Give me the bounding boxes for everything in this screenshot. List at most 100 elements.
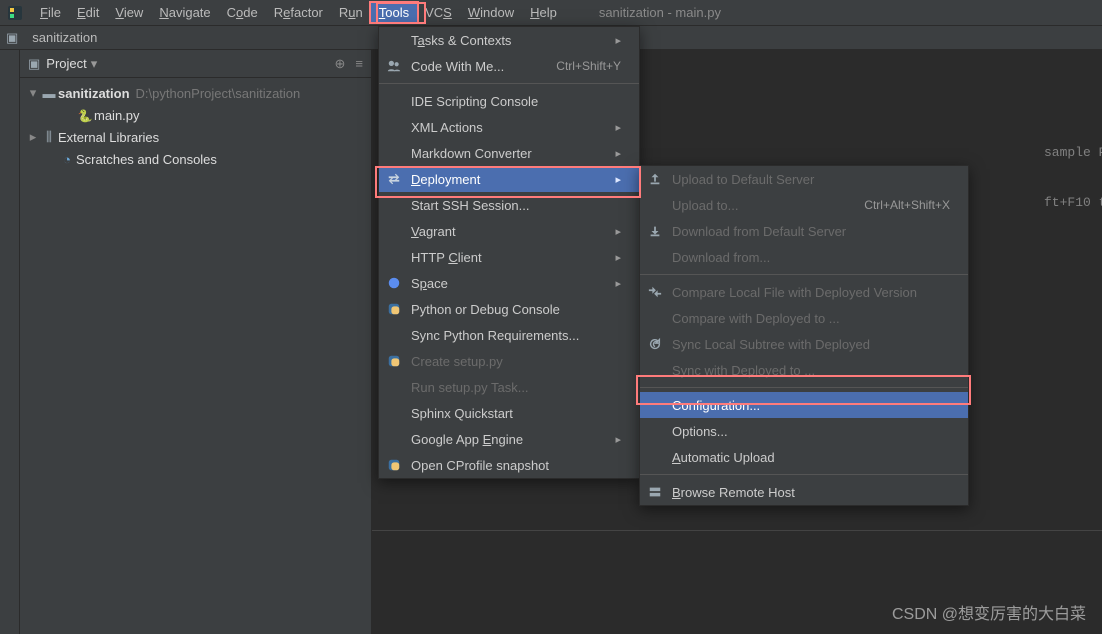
deploy-item-compare-with-deployed-to: Compare with Deployed to ... xyxy=(640,305,968,331)
folder-icon: ▬ xyxy=(40,86,58,101)
menu-item-label: Deployment xyxy=(411,172,480,187)
project-icon: ▣ xyxy=(28,56,40,72)
menu-vcs[interactable]: VCS xyxy=(417,3,460,22)
tools-item-start-ssh-session[interactable]: Start SSH Session... xyxy=(379,192,639,218)
menu-item-label: Upload to Default Server xyxy=(672,172,814,187)
menu-file[interactable]: File xyxy=(32,3,69,22)
upload-icon xyxy=(646,172,664,186)
tools-item-http-client[interactable]: HTTP Client ▸ xyxy=(379,244,639,270)
menu-help[interactable]: Help xyxy=(522,3,565,22)
tree-root-path: D:\pythonProject\sanitization xyxy=(136,86,301,101)
tools-item-ide-scripting-console[interactable]: IDE Scripting Console xyxy=(379,88,639,114)
editor-splitter[interactable] xyxy=(372,530,1102,534)
window-title: sanitization - main.py xyxy=(599,5,721,20)
python-icon xyxy=(385,354,403,368)
menu-item-label: Run setup.py Task... xyxy=(411,380,529,395)
separator xyxy=(640,474,968,475)
tools-item-sync-python-requirements[interactable]: Sync Python Requirements... xyxy=(379,322,639,348)
menu-refactor[interactable]: Refactor xyxy=(266,3,331,22)
chevron-right-icon: ▸ xyxy=(615,225,621,238)
chevron-right-icon: ▸ xyxy=(615,251,621,264)
tools-item-vagrant[interactable]: Vagrant ▸ xyxy=(379,218,639,244)
menu-item-label: Vagrant xyxy=(411,224,456,239)
host-icon xyxy=(646,485,664,499)
deployment-submenu: Upload to Default Server Upload to...Ctrl… xyxy=(639,165,969,506)
menu-item-label: Browse Remote Host xyxy=(672,485,795,500)
chevron-right-icon: ▸ xyxy=(615,433,621,446)
menu-item-label: Options... xyxy=(672,424,728,439)
menu-item-label: Python or Debug Console xyxy=(411,302,560,317)
menu-view[interactable]: View xyxy=(107,3,151,22)
deploy-item-compare-local-file-with-deployed-version: Compare Local File with Deployed Version xyxy=(640,279,968,305)
project-sidebar: ▣ Project ▾ ⊕ ≡ ▾ ▬ sanitization D:\pyth… xyxy=(20,50,372,634)
menu-navigate[interactable]: Navigate xyxy=(151,3,218,22)
project-label: Project xyxy=(46,56,86,71)
tools-item-create-setup-py: Create setup.py xyxy=(379,348,639,374)
tools-item-deployment[interactable]: Deployment▸ xyxy=(379,166,639,192)
menu-item-label: Markdown Converter xyxy=(411,146,532,161)
menu-item-label: Automatic Upload xyxy=(672,450,775,465)
menu-item-label: Code With Me... xyxy=(411,59,504,74)
settings-icon[interactable]: ≡ xyxy=(355,56,363,72)
menu-item-label: Space xyxy=(411,276,448,291)
tools-item-xml-actions[interactable]: XML Actions ▸ xyxy=(379,114,639,140)
menu-edit[interactable]: Edit xyxy=(69,3,107,22)
chevron-down-icon[interactable]: ▾ xyxy=(26,85,40,101)
menu-item-label: Compare Local File with Deployed Version xyxy=(672,285,917,300)
tools-item-open-cprofile-snapshot[interactable]: Open CProfile snapshot xyxy=(379,452,639,478)
separator xyxy=(640,274,968,275)
tools-item-space[interactable]: Space▸ xyxy=(379,270,639,296)
menu-item-label: Sync Python Requirements... xyxy=(411,328,579,343)
deploy-item-automatic-upload[interactable]: Automatic Upload xyxy=(640,444,968,470)
python-icon xyxy=(385,302,403,316)
left-gutter xyxy=(0,50,20,634)
tools-item-python-or-debug-console[interactable]: Python or Debug Console xyxy=(379,296,639,322)
chevron-right-icon: ▸ xyxy=(615,34,621,47)
chevron-right-icon[interactable]: ▸ xyxy=(26,129,40,145)
tools-item-run-setup-py-task: Run setup.py Task... xyxy=(379,374,639,400)
shortcut-label: Ctrl+Shift+Y xyxy=(556,59,621,73)
breadcrumb-project[interactable]: sanitization xyxy=(28,28,101,47)
menu-item-label: Create setup.py xyxy=(411,354,503,369)
menu-item-label: Upload to... xyxy=(672,198,739,213)
separator xyxy=(640,387,968,388)
menu-item-label: Download from... xyxy=(672,250,770,265)
tools-item-markdown-converter[interactable]: Markdown Converter ▸ xyxy=(379,140,639,166)
tree-file-name: main.py xyxy=(94,108,140,123)
chevron-down-icon[interactable]: ▾ xyxy=(91,56,98,72)
menu-window[interactable]: Window xyxy=(460,3,522,22)
menu-item-label: HTTP Client xyxy=(411,250,482,265)
download-icon xyxy=(646,224,664,238)
menu-item-label: Compare with Deployed to ... xyxy=(672,311,840,326)
deploy-item-configuration[interactable]: Configuration... xyxy=(640,392,968,418)
tools-item-sphinx-quickstart[interactable]: Sphinx Quickstart xyxy=(379,400,639,426)
menu-run[interactable]: Run xyxy=(331,3,371,22)
project-tool-header[interactable]: ▣ Project ▾ ⊕ ≡ xyxy=(20,50,371,78)
tree-ext-libs[interactable]: ▸ ⫼ External Libraries xyxy=(20,126,371,148)
tree-root-name: sanitization xyxy=(58,86,130,101)
tools-item-google-app-engine[interactable]: Google App Engine ▸ xyxy=(379,426,639,452)
space-icon xyxy=(385,276,403,290)
deploy-item-upload-to: Upload to...Ctrl+Alt+Shift+X xyxy=(640,192,968,218)
menu-item-label: Sync with Deployed to ... xyxy=(672,363,815,378)
menu-tools[interactable]: Tools xyxy=(371,3,417,22)
menu-item-label: XML Actions xyxy=(411,120,483,135)
chevron-right-icon: ▸ xyxy=(615,121,621,134)
menu-item-label: IDE Scripting Console xyxy=(411,94,538,109)
menu-code[interactable]: Code xyxy=(219,3,266,22)
menu-item-label: Configuration... xyxy=(672,398,760,413)
tools-item-tasks-contexts[interactable]: Tasks & Contexts ▸ xyxy=(379,27,639,53)
tools-item-code-with-me[interactable]: Code With Me... Ctrl+Shift+Y xyxy=(379,53,639,79)
tools-menu: Tasks & Contexts ▸ Code With Me... Ctrl+Shi… xyxy=(378,26,640,479)
deploy-item-options[interactable]: Options... xyxy=(640,418,968,444)
menu-item-label: Google App Engine xyxy=(411,432,523,447)
deploy-item-browse-remote-host[interactable]: Browse Remote Host xyxy=(640,479,968,505)
project-tree: ▾ ▬ sanitization D:\pythonProject\saniti… xyxy=(20,78,371,174)
tree-scratches[interactable]: ◔ Scratches and Consoles xyxy=(20,148,371,170)
tree-file-main[interactable]: main.py xyxy=(20,104,371,126)
chevron-right-icon: ▸ xyxy=(615,147,621,160)
python-file-icon xyxy=(76,108,94,123)
menu-item-label: Tasks & Contexts xyxy=(411,33,511,48)
tree-root[interactable]: ▾ ▬ sanitization D:\pythonProject\saniti… xyxy=(20,82,371,104)
locate-icon[interactable]: ⊕ xyxy=(335,56,346,72)
